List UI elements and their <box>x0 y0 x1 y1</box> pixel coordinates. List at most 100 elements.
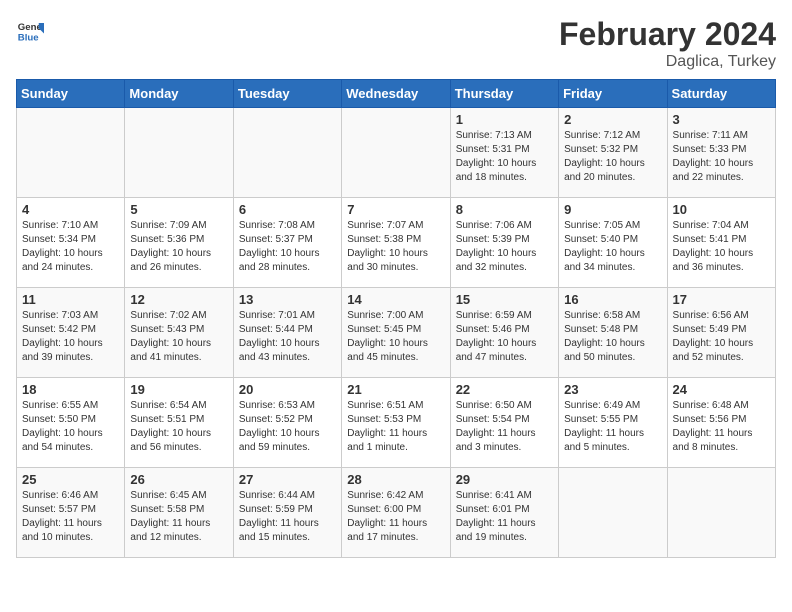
calendar-cell: 8 Sunrise: 7:06 AM Sunset: 5:39 PM Daylig… <box>450 198 558 288</box>
calendar-cell <box>342 108 450 198</box>
day-number: 21 <box>347 382 444 397</box>
day-number: 23 <box>564 382 661 397</box>
day-info: Sunrise: 6:56 AM Sunset: 5:49 PM Dayligh… <box>673 309 770 365</box>
header-tuesday: Tuesday <box>233 80 341 108</box>
day-number: 13 <box>239 292 336 307</box>
header-sunday: Sunday <box>17 80 125 108</box>
calendar-cell: 21 Sunrise: 6:51 AM Sunset: 5:53 PM Dayli… <box>342 378 450 468</box>
day-info: Sunrise: 6:59 AM Sunset: 5:46 PM Dayligh… <box>456 309 553 365</box>
day-info: Sunrise: 7:07 AM Sunset: 5:38 PM Dayligh… <box>347 219 444 275</box>
day-number: 24 <box>673 382 770 397</box>
day-number: 6 <box>239 202 336 217</box>
day-number: 10 <box>673 202 770 217</box>
calendar-cell: 9 Sunrise: 7:05 AM Sunset: 5:40 PM Daylig… <box>559 198 667 288</box>
header-friday: Friday <box>559 80 667 108</box>
day-number: 22 <box>456 382 553 397</box>
calendar-cell: 18 Sunrise: 6:55 AM Sunset: 5:50 PM Dayli… <box>17 378 125 468</box>
day-info: Sunrise: 6:54 AM Sunset: 5:51 PM Dayligh… <box>130 399 227 455</box>
calendar-week-2: 4 Sunrise: 7:10 AM Sunset: 5:34 PM Daylig… <box>17 198 776 288</box>
calendar-cell: 11 Sunrise: 7:03 AM Sunset: 5:42 PM Dayli… <box>17 288 125 378</box>
calendar-cell: 17 Sunrise: 6:56 AM Sunset: 5:49 PM Dayli… <box>667 288 775 378</box>
calendar-cell: 3 Sunrise: 7:11 AM Sunset: 5:33 PM Daylig… <box>667 108 775 198</box>
header-saturday: Saturday <box>667 80 775 108</box>
day-number: 17 <box>673 292 770 307</box>
day-number: 7 <box>347 202 444 217</box>
day-info: Sunrise: 7:08 AM Sunset: 5:37 PM Dayligh… <box>239 219 336 275</box>
day-info: Sunrise: 7:05 AM Sunset: 5:40 PM Dayligh… <box>564 219 661 275</box>
calendar-cell: 22 Sunrise: 6:50 AM Sunset: 5:54 PM Dayli… <box>450 378 558 468</box>
calendar-week-3: 11 Sunrise: 7:03 AM Sunset: 5:42 PM Dayli… <box>17 288 776 378</box>
header-monday: Monday <box>125 80 233 108</box>
svg-text:Blue: Blue <box>18 33 39 44</box>
calendar-cell: 19 Sunrise: 6:54 AM Sunset: 5:51 PM Dayli… <box>125 378 233 468</box>
calendar-cell <box>17 108 125 198</box>
day-number: 4 <box>22 202 119 217</box>
day-number: 3 <box>673 112 770 127</box>
page-subtitle: Daglica, Turkey <box>559 53 776 71</box>
calendar-cell: 27Sunrise: 6:44 AM Sunset: 5:59 PM Dayli… <box>233 468 341 558</box>
calendar-cell: 7 Sunrise: 7:07 AM Sunset: 5:38 PM Daylig… <box>342 198 450 288</box>
header-wednesday: Wednesday <box>342 80 450 108</box>
calendar-cell: 6 Sunrise: 7:08 AM Sunset: 5:37 PM Daylig… <box>233 198 341 288</box>
day-number: 8 <box>456 202 553 217</box>
day-number: 26 <box>130 472 227 487</box>
logo-icon: General Blue <box>16 16 44 44</box>
calendar-week-4: 18 Sunrise: 6:55 AM Sunset: 5:50 PM Dayli… <box>17 378 776 468</box>
calendar-cell: 23 Sunrise: 6:49 AM Sunset: 5:55 PM Dayli… <box>559 378 667 468</box>
day-info: Sunrise: 7:06 AM Sunset: 5:39 PM Dayligh… <box>456 219 553 275</box>
calendar-cell <box>559 468 667 558</box>
day-number: 20 <box>239 382 336 397</box>
calendar-cell: 28 Sunrise: 6:42 AM Sunset: 6:00 PM Dayli… <box>342 468 450 558</box>
calendar-table: Sunday Monday Tuesday Wednesday Thursday… <box>16 79 776 558</box>
day-number: 18 <box>22 382 119 397</box>
calendar-cell <box>233 108 341 198</box>
day-info: Sunrise: 6:48 AM Sunset: 5:56 PM Dayligh… <box>673 399 770 455</box>
calendar-cell <box>667 468 775 558</box>
day-number: 14 <box>347 292 444 307</box>
day-info: Sunrise: 6:41 AM Sunset: 6:01 PM Dayligh… <box>456 489 553 545</box>
calendar-week-5: 25 Sunrise: 6:46 AM Sunset: 5:57 PM Dayli… <box>17 468 776 558</box>
calendar-cell: 20 Sunrise: 6:53 AM Sunset: 5:52 PM Dayli… <box>233 378 341 468</box>
day-number: 19 <box>130 382 227 397</box>
calendar-cell: 2 Sunrise: 7:12 AM Sunset: 5:32 PM Daylig… <box>559 108 667 198</box>
day-number: 2 <box>564 112 661 127</box>
day-info: Sunrise: 6:50 AM Sunset: 5:54 PM Dayligh… <box>456 399 553 455</box>
calendar-cell: 4 Sunrise: 7:10 AM Sunset: 5:34 PM Daylig… <box>17 198 125 288</box>
day-info: Sunrise: 6:55 AM Sunset: 5:50 PM Dayligh… <box>22 399 119 455</box>
day-number: 9 <box>564 202 661 217</box>
day-info: Sunrise: 7:13 AM Sunset: 5:31 PM Dayligh… <box>456 129 553 185</box>
day-number: 1 <box>456 112 553 127</box>
calendar-cell: 13 Sunrise: 7:01 AM Sunset: 5:44 PM Dayli… <box>233 288 341 378</box>
day-info: Sunrise: 7:12 AM Sunset: 5:32 PM Dayligh… <box>564 129 661 185</box>
day-info: Sunrise: 6:46 AM Sunset: 5:57 PM Dayligh… <box>22 489 119 545</box>
calendar-header-row: Sunday Monday Tuesday Wednesday Thursday… <box>17 80 776 108</box>
day-info: Sunrise: 6:58 AM Sunset: 5:48 PM Dayligh… <box>564 309 661 365</box>
day-info: Sunrise: 7:01 AM Sunset: 5:44 PM Dayligh… <box>239 309 336 365</box>
day-number: 12 <box>130 292 227 307</box>
calendar-cell: 10Sunrise: 7:04 AM Sunset: 5:41 PM Dayli… <box>667 198 775 288</box>
header-thursday: Thursday <box>450 80 558 108</box>
day-number: 5 <box>130 202 227 217</box>
calendar-cell <box>125 108 233 198</box>
day-number: 11 <box>22 292 119 307</box>
calendar-cell: 24 Sunrise: 6:48 AM Sunset: 5:56 PM Dayli… <box>667 378 775 468</box>
day-info: Sunrise: 7:11 AM Sunset: 5:33 PM Dayligh… <box>673 129 770 185</box>
day-info: Sunrise: 7:10 AM Sunset: 5:34 PM Dayligh… <box>22 219 119 275</box>
day-info: Sunrise: 6:42 AM Sunset: 6:00 PM Dayligh… <box>347 489 444 545</box>
day-number: 29 <box>456 472 553 487</box>
day-info: Sunrise: 7:02 AM Sunset: 5:43 PM Dayligh… <box>130 309 227 365</box>
day-info: Sunrise: 6:53 AM Sunset: 5:52 PM Dayligh… <box>239 399 336 455</box>
day-number: 25 <box>22 472 119 487</box>
page-header: General Blue February 2024 Daglica, Turk… <box>16 16 776 71</box>
calendar-cell: 29 Sunrise: 6:41 AM Sunset: 6:01 PM Dayli… <box>450 468 558 558</box>
day-info: Sunrise: 7:03 AM Sunset: 5:42 PM Dayligh… <box>22 309 119 365</box>
day-info: Sunrise: 6:51 AM Sunset: 5:53 PM Dayligh… <box>347 399 444 455</box>
day-number: 28 <box>347 472 444 487</box>
day-info: Sunrise: 6:45 AM Sunset: 5:58 PM Dayligh… <box>130 489 227 545</box>
logo: General Blue <box>16 16 44 44</box>
day-info: Sunrise: 6:49 AM Sunset: 5:55 PM Dayligh… <box>564 399 661 455</box>
day-info: Sunrise: 7:00 AM Sunset: 5:45 PM Dayligh… <box>347 309 444 365</box>
calendar-cell: 12 Sunrise: 7:02 AM Sunset: 5:43 PM Dayli… <box>125 288 233 378</box>
calendar-cell: 5Sunrise: 7:09 AM Sunset: 5:36 PM Daylig… <box>125 198 233 288</box>
day-number: 15 <box>456 292 553 307</box>
